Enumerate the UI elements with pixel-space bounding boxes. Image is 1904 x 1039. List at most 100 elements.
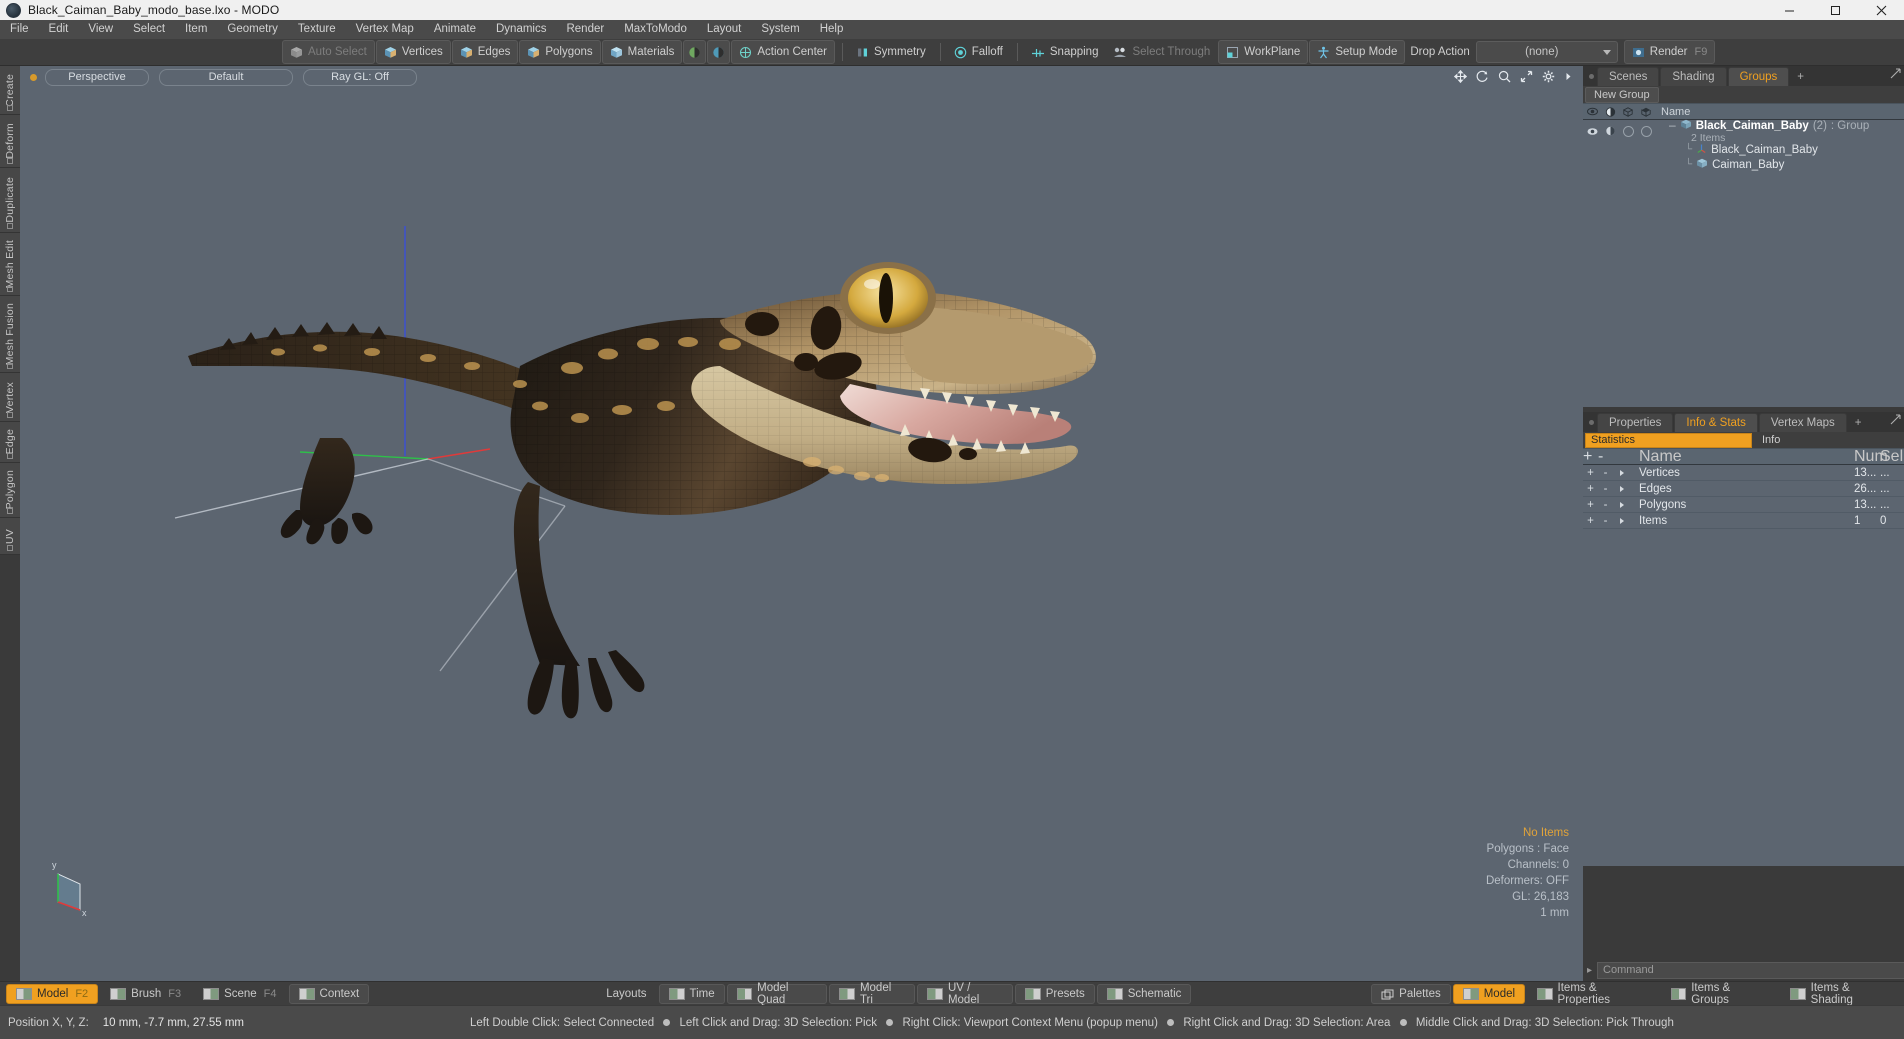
stats-add-button[interactable]: + — [1583, 499, 1598, 511]
sidebar-item-polygon[interactable]: Polygon — [0, 463, 20, 518]
items-groups-button[interactable]: Items & Groups — [1661, 982, 1778, 1006]
maximize-button[interactable] — [1812, 0, 1858, 20]
materials-button[interactable]: Materials — [601, 40, 683, 64]
model-tri-button[interactable]: Model Tri — [829, 982, 916, 1006]
layouts-button[interactable]: Layouts — [596, 984, 656, 1004]
snapping-button[interactable]: Snapping — [1024, 41, 1106, 63]
row-lock-toggle[interactable] — [1619, 125, 1637, 137]
statistics-field[interactable]: Statistics — [1585, 432, 1752, 448]
mode-brush-button[interactable]: Brush F3 — [100, 984, 191, 1004]
chevron-right-icon[interactable] — [1613, 469, 1631, 477]
stats-add-button[interactable]: + — [1583, 483, 1598, 495]
group-tree[interactable]: – Black_Caiman_Baby (2) : Group 2 Items … — [1583, 119, 1904, 407]
table-row[interactable]: – Black_Caiman_Baby (2) : Group 2 Items — [1583, 119, 1904, 144]
action-center-button[interactable]: Action Center — [731, 40, 836, 64]
menu-dynamics[interactable]: Dynamics — [486, 20, 556, 39]
setup-mode-button[interactable]: Setup Mode — [1309, 40, 1406, 64]
menu-render[interactable]: Render — [556, 20, 614, 39]
layout-model-button[interactable]: Model — [1452, 984, 1526, 1004]
select-through-button[interactable]: Select Through — [1106, 41, 1217, 63]
menu-vertex-map[interactable]: Vertex Map — [346, 20, 424, 39]
chevron-right-icon[interactable] — [1613, 501, 1631, 509]
expand-panel-icon[interactable] — [1890, 66, 1901, 84]
table-row[interactable]: └ Caiman_Baby — [1583, 157, 1904, 172]
lock-column-icon[interactable] — [1619, 106, 1637, 117]
table-row[interactable]: + - Edges 26... ... — [1583, 481, 1904, 497]
chevron-right-icon[interactable] — [1613, 517, 1631, 525]
mode-context-button[interactable]: Context — [288, 984, 370, 1004]
panel-menu-dot-icon[interactable] — [1585, 66, 1597, 86]
row-render-toggle[interactable] — [1637, 125, 1655, 137]
perspective-viewport[interactable]: Perspective Default Ray GL: Off No Items… — [20, 66, 1583, 981]
new-group-button[interactable]: New Group — [1585, 86, 1659, 103]
menu-edit[interactable]: Edit — [39, 20, 79, 39]
auto-select-button[interactable]: Auto Select — [282, 40, 375, 64]
render-column-icon[interactable] — [1637, 107, 1655, 117]
tree-expander-icon[interactable]: – — [1669, 119, 1676, 131]
sidebar-item-uv[interactable]: UV — [0, 518, 20, 555]
stats-add-button[interactable]: + — [1583, 467, 1598, 479]
menu-layout[interactable]: Layout — [697, 20, 752, 39]
row-visibility-toggle[interactable] — [1583, 127, 1601, 136]
palettes-button[interactable]: Palettes — [1371, 984, 1451, 1004]
items-shading-button[interactable]: Items & Shading — [1780, 982, 1902, 1006]
stats-sub-button[interactable]: - — [1598, 467, 1613, 479]
command-input[interactable]: Command — [1597, 961, 1904, 979]
menu-help[interactable]: Help — [810, 20, 854, 39]
tab-info-stats[interactable]: Info & Stats — [1674, 413, 1758, 432]
items-properties-button[interactable]: Items & Properties — [1527, 982, 1659, 1006]
tab-groups[interactable]: Groups — [1727, 67, 1790, 86]
table-row[interactable]: + - Items 1 0 — [1583, 513, 1904, 529]
tab-vertex-maps[interactable]: Vertex Maps — [1758, 413, 1847, 432]
sidebar-item-deform[interactable]: Deform — [0, 115, 20, 168]
tab-shading[interactable]: Shading — [1660, 67, 1727, 86]
sidebar-item-duplicate[interactable]: Duplicate — [0, 168, 20, 233]
stats-add-button[interactable]: + — [1583, 515, 1598, 527]
presets-button[interactable]: Presets — [1014, 984, 1095, 1004]
visibility-column-icon[interactable] — [1583, 107, 1601, 116]
polygons-button[interactable]: Polygons — [519, 40, 601, 64]
tab-scenes[interactable]: Scenes — [1597, 67, 1660, 86]
uv-model-button[interactable]: UV / Model — [917, 982, 1013, 1006]
edges-button[interactable]: Edges — [451, 40, 519, 64]
sidebar-item-mesh-fusion[interactable]: Mesh Fusion — [0, 296, 20, 373]
schematic-button[interactable]: Schematic — [1096, 984, 1192, 1004]
tab-add-bottom[interactable]: + — [1848, 414, 1869, 432]
expand-panel-icon-2[interactable] — [1890, 412, 1901, 430]
sidebar-item-edge[interactable]: Edge — [0, 422, 20, 463]
tab-properties[interactable]: Properties — [1597, 413, 1674, 432]
menu-maxtomodo[interactable]: MaxToModo — [614, 20, 697, 39]
close-button[interactable] — [1858, 0, 1904, 20]
stats-add-all-header[interactable]: + — [1583, 448, 1598, 466]
symmetry-button[interactable]: Symmetry — [849, 41, 933, 63]
stats-sub-button[interactable]: - — [1598, 515, 1613, 527]
menu-animate[interactable]: Animate — [424, 20, 486, 39]
menu-file[interactable]: File — [0, 20, 39, 39]
table-row[interactable]: + - Polygons 13... ... — [1583, 497, 1904, 513]
table-row[interactable]: └ Black_Caiman_Baby — [1583, 142, 1904, 157]
shading-column-icon[interactable] — [1601, 106, 1619, 117]
menu-geometry[interactable]: Geometry — [217, 20, 288, 39]
caiman-3d-model[interactable] — [20, 66, 1583, 981]
workplane-button[interactable]: WorkPlane — [1218, 40, 1309, 64]
mode-model-button[interactable]: Model F2 — [6, 984, 99, 1004]
vertices-button[interactable]: Vertices — [375, 40, 451, 64]
sidebar-item-vertex[interactable]: Vertex — [0, 373, 20, 422]
tab-add[interactable]: + — [1790, 68, 1811, 86]
sidebar-item-create[interactable]: Create — [0, 66, 20, 115]
chevron-right-icon[interactable] — [1613, 485, 1631, 493]
paint-bucket-alt-icon-button[interactable] — [707, 40, 731, 64]
menu-texture[interactable]: Texture — [288, 20, 346, 39]
axis-orientation-gizmo[interactable]: y x — [46, 860, 92, 918]
stats-sub-button[interactable]: - — [1598, 499, 1613, 511]
time-layout-button[interactable]: Time — [658, 984, 725, 1004]
menu-item[interactable]: Item — [175, 20, 217, 39]
stats-sub-button[interactable]: - — [1598, 483, 1613, 495]
menu-system[interactable]: System — [751, 20, 809, 39]
model-quad-button[interactable]: Model Quad — [726, 982, 828, 1006]
minimize-button[interactable] — [1766, 0, 1812, 20]
table-row[interactable]: + - Vertices 13... ... — [1583, 465, 1904, 481]
falloff-button[interactable]: Falloff — [947, 41, 1010, 63]
menu-view[interactable]: View — [78, 20, 123, 39]
info-field[interactable]: Info — [1752, 434, 1780, 446]
